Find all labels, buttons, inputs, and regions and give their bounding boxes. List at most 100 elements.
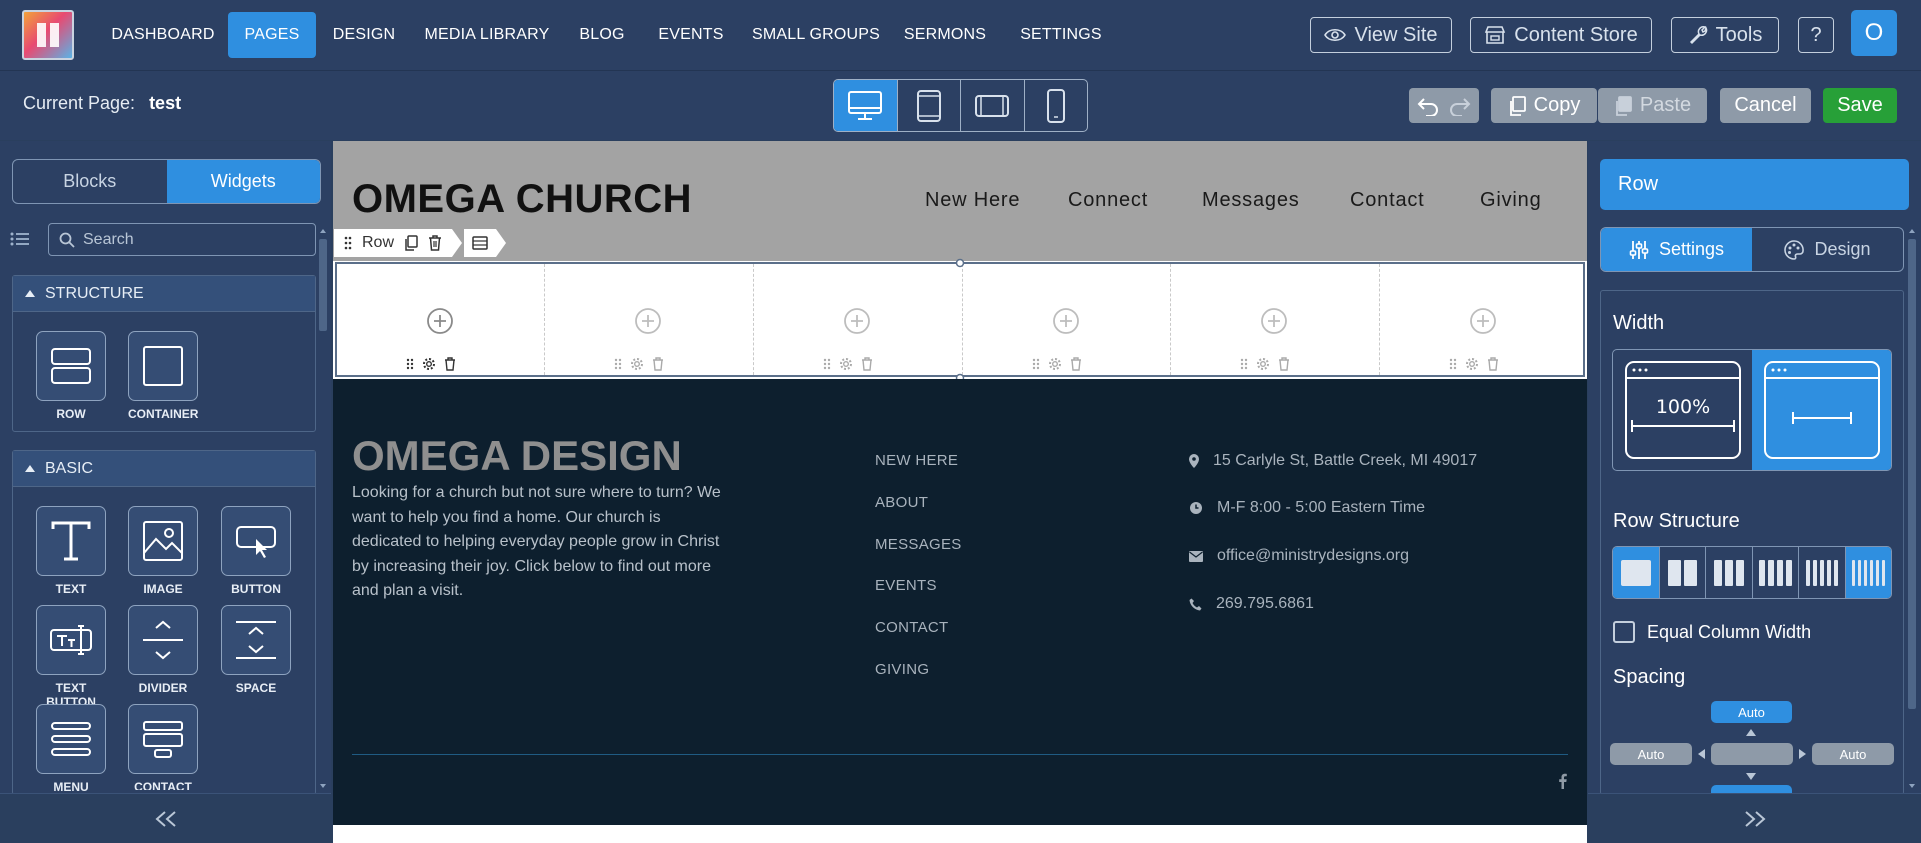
equal-column-width-checkbox[interactable]: Equal Column Width bbox=[1613, 621, 1811, 643]
structure-1-column[interactable] bbox=[1613, 547, 1660, 598]
width-full-option[interactable]: 100% bbox=[1613, 350, 1752, 470]
widget-contact-form[interactable]: CONTACT FORM bbox=[128, 704, 198, 790]
drag-handle-icon[interactable] bbox=[406, 358, 414, 370]
cancel-button[interactable]: Cancel bbox=[1720, 88, 1811, 123]
row-column[interactable] bbox=[337, 264, 545, 375]
tab-widgets[interactable]: Widgets bbox=[166, 160, 320, 203]
row-column[interactable] bbox=[1380, 264, 1583, 375]
trash-icon[interactable] bbox=[444, 357, 456, 371]
trash-icon[interactable] bbox=[1487, 357, 1499, 371]
content-store-button[interactable]: Content Store bbox=[1470, 17, 1652, 53]
redo-icon[interactable] bbox=[1448, 96, 1472, 116]
drag-handle-icon[interactable] bbox=[1449, 358, 1457, 370]
checkbox-box[interactable] bbox=[1613, 621, 1635, 643]
footer-link-messages[interactable]: MESSAGES bbox=[875, 536, 962, 553]
footer-email-text[interactable]: office@ministrydesigns.org bbox=[1217, 547, 1409, 565]
widget-menu[interactable]: MENU bbox=[36, 704, 106, 794]
footer-link-events[interactable]: EVENTS bbox=[875, 577, 937, 594]
collapse-right-panel-button[interactable] bbox=[1588, 793, 1921, 843]
site-nav-messages[interactable]: Messages bbox=[1202, 189, 1300, 212]
gear-icon[interactable] bbox=[630, 357, 644, 371]
facebook-icon[interactable] bbox=[1559, 773, 1567, 789]
gear-icon[interactable] bbox=[1256, 357, 1270, 371]
row-column[interactable] bbox=[1171, 264, 1380, 375]
drag-handle-icon[interactable] bbox=[614, 358, 622, 370]
desktop-view-button[interactable] bbox=[834, 80, 898, 131]
drag-handle-icon[interactable] bbox=[1240, 358, 1248, 370]
gear-icon[interactable] bbox=[422, 357, 436, 371]
view-site-button[interactable]: View Site bbox=[1310, 17, 1452, 53]
structure-6-columns[interactable] bbox=[1845, 547, 1891, 598]
list-view-icon[interactable] bbox=[10, 231, 30, 247]
tab-blocks[interactable]: Blocks bbox=[13, 160, 167, 203]
structure-3-columns[interactable] bbox=[1706, 547, 1753, 598]
trash-icon[interactable] bbox=[428, 235, 442, 251]
left-scrollbar[interactable] bbox=[317, 226, 329, 791]
add-block-icon[interactable] bbox=[426, 307, 454, 335]
site-nav-giving[interactable]: Giving bbox=[1480, 189, 1542, 212]
undo-icon[interactable] bbox=[1416, 96, 1440, 116]
mobile-view-button[interactable] bbox=[1025, 80, 1088, 131]
nav-pages[interactable]: PAGES bbox=[228, 12, 316, 58]
spacing-top-input[interactable]: Auto bbox=[1711, 701, 1792, 723]
collapse-left-panel-button[interactable] bbox=[0, 793, 331, 843]
right-scrollbar[interactable] bbox=[1906, 226, 1918, 791]
structure-2-columns[interactable] bbox=[1660, 547, 1706, 598]
trash-icon[interactable] bbox=[1070, 357, 1082, 371]
structure-5-columns[interactable] bbox=[1799, 547, 1846, 598]
drag-handle-icon[interactable] bbox=[344, 236, 352, 250]
tab-design[interactable]: Design bbox=[1752, 228, 1903, 271]
selected-row[interactable] bbox=[335, 262, 1585, 377]
drag-handle-icon[interactable] bbox=[823, 358, 831, 370]
trash-icon[interactable] bbox=[861, 357, 873, 371]
trash-icon[interactable] bbox=[652, 357, 664, 371]
row-column[interactable] bbox=[754, 264, 963, 375]
nav-media-library[interactable]: MEDIA LIBRARY bbox=[423, 12, 551, 58]
widget-image[interactable]: IMAGE bbox=[128, 506, 198, 596]
add-block-icon[interactable] bbox=[1469, 307, 1497, 335]
spacing-left-input[interactable]: Auto bbox=[1610, 743, 1692, 765]
widget-space[interactable]: SPACE bbox=[221, 605, 291, 695]
widget-button[interactable]: BUTTON bbox=[221, 506, 291, 596]
widget-row[interactable]: ROW bbox=[36, 331, 106, 421]
copy-button[interactable]: Copy bbox=[1491, 88, 1597, 123]
add-block-icon[interactable] bbox=[1052, 307, 1080, 335]
site-logo[interactable]: OMEGA CHURCH bbox=[352, 177, 692, 222]
site-nav-connect[interactable]: Connect bbox=[1068, 189, 1148, 212]
site-nav-new-here[interactable]: New Here bbox=[925, 189, 1020, 212]
footer-link-about[interactable]: ABOUT bbox=[875, 494, 928, 511]
spacing-right-input[interactable]: Auto bbox=[1812, 743, 1894, 765]
tablet-landscape-view-button[interactable] bbox=[961, 80, 1025, 131]
tab-settings[interactable]: Settings bbox=[1601, 228, 1752, 271]
gear-icon[interactable] bbox=[1048, 357, 1062, 371]
add-block-icon[interactable] bbox=[634, 307, 662, 335]
nav-events[interactable]: EVENTS bbox=[653, 12, 729, 58]
row-structure-button[interactable] bbox=[464, 229, 497, 257]
site-nav-contact[interactable]: Contact bbox=[1350, 189, 1425, 212]
help-button[interactable]: ? bbox=[1798, 17, 1834, 53]
row-column[interactable] bbox=[963, 264, 1171, 375]
nav-design[interactable]: DESIGN bbox=[326, 12, 402, 58]
spacing-bottom-input[interactable] bbox=[1711, 785, 1792, 793]
widget-divider[interactable]: DIVIDER bbox=[128, 605, 198, 695]
paste-button[interactable]: Paste bbox=[1598, 88, 1707, 123]
avatar[interactable]: O bbox=[1851, 10, 1897, 56]
footer-phone-text[interactable]: 269.795.6861 bbox=[1216, 595, 1314, 613]
app-logo[interactable] bbox=[22, 10, 74, 60]
structure-header[interactable]: STRUCTURE bbox=[13, 276, 315, 312]
tools-button[interactable]: Tools bbox=[1671, 17, 1779, 53]
footer-link-giving[interactable]: GIVING bbox=[875, 661, 929, 678]
widget-text[interactable]: TEXT bbox=[36, 506, 106, 596]
nav-sermons[interactable]: SERMONS bbox=[903, 12, 987, 58]
save-button[interactable]: Save bbox=[1823, 88, 1897, 123]
search-input[interactable]: Search bbox=[48, 223, 316, 256]
drag-handle-icon[interactable] bbox=[1032, 358, 1040, 370]
row-column[interactable] bbox=[545, 264, 754, 375]
nav-settings[interactable]: SETTINGS bbox=[1008, 12, 1114, 58]
gear-icon[interactable] bbox=[839, 357, 853, 371]
tablet-view-button[interactable] bbox=[898, 80, 961, 131]
widget-container[interactable]: CONTAINER bbox=[128, 331, 198, 421]
nav-blog[interactable]: BLOG bbox=[572, 12, 632, 58]
nav-dashboard[interactable]: DASHBOARD bbox=[104, 12, 222, 58]
footer-link-contact[interactable]: CONTACT bbox=[875, 619, 948, 636]
